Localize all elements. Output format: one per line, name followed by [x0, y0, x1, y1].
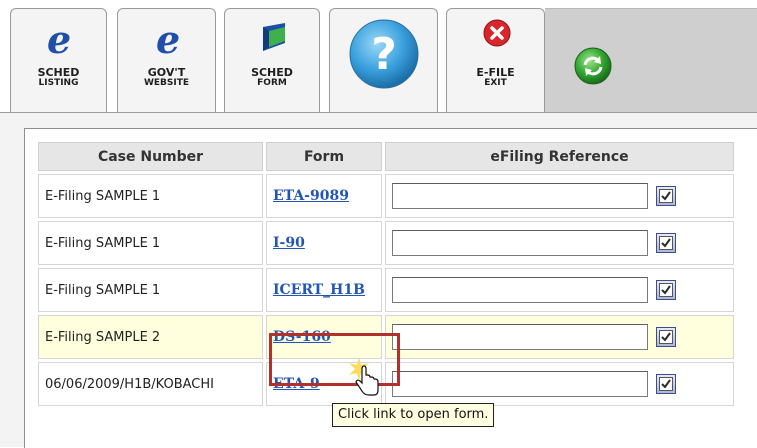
- form-link[interactable]: ETA-9089: [273, 188, 349, 204]
- check-icon: [659, 330, 673, 344]
- close-icon: [483, 19, 511, 47]
- tab-label-line2: LISTING: [38, 78, 79, 88]
- hand-cursor-icon: [349, 357, 379, 396]
- toolbar: e SCHED LISTING e GOV'T WEBSITE SCHED FO…: [0, 0, 757, 113]
- check-icon: [659, 189, 673, 203]
- refresh-icon[interactable]: [573, 46, 613, 86]
- form-cell: ETA-9089: [266, 174, 382, 218]
- tab-sched-listing[interactable]: e SCHED LISTING: [10, 8, 107, 112]
- case-number-cell: E-Filing SAMPLE 1: [38, 268, 263, 312]
- tab-label-line1: E-FILE: [476, 66, 515, 79]
- reference-cell: [385, 315, 734, 359]
- efiling-reference-input[interactable]: [392, 371, 648, 397]
- table-row: E-Filing SAMPLE 1 ICERT_H1B: [38, 268, 734, 312]
- tab-govt-website[interactable]: e GOV'T WEBSITE: [117, 8, 216, 112]
- help-glyph: ?: [371, 29, 397, 80]
- efiling-table: Case Number Form eFiling Reference E-Fil…: [35, 139, 737, 409]
- case-number-cell: E-Filing SAMPLE 1: [38, 174, 263, 218]
- ie-e-icon: e: [47, 17, 72, 62]
- header-form: Form: [266, 142, 382, 171]
- checkbox-edit-button[interactable]: [656, 233, 676, 253]
- efiling-reference-input[interactable]: [392, 277, 648, 303]
- tab-label-line2: EXIT: [484, 78, 507, 88]
- form-cell: DS-160: [266, 315, 382, 359]
- case-number-cell: E-Filing SAMPLE 2: [38, 315, 263, 359]
- tab-efile-exit[interactable]: E-FILE EXIT: [446, 8, 545, 112]
- tab-sched-form[interactable]: SCHED FORM: [224, 8, 320, 112]
- tab-help[interactable]: ?: [329, 8, 438, 112]
- check-icon: [659, 236, 673, 250]
- form-link[interactable]: I-90: [273, 235, 305, 251]
- tab-sched-form-label: SCHED FORM: [225, 67, 319, 89]
- form-link[interactable]: ICERT_H1B: [273, 282, 365, 298]
- check-icon: [659, 377, 673, 391]
- ie-e-icon: e: [156, 17, 181, 62]
- tab-label-line1: SCHED: [37, 66, 80, 79]
- form-flag-icon: [263, 23, 285, 51]
- checkbox-edit-button[interactable]: [656, 280, 676, 300]
- tab-sched-listing-label: SCHED LISTING: [11, 67, 106, 89]
- reference-cell: [385, 174, 734, 218]
- check-icon: [659, 283, 673, 297]
- reference-wrap: [392, 183, 727, 209]
- header-case-number: Case Number: [38, 142, 263, 171]
- form-cell: I-90: [266, 221, 382, 265]
- table-row: E-Filing SAMPLE 1 I-90: [38, 221, 734, 265]
- case-number-cell: 06/06/2009/H1B/KOBACHI: [38, 362, 263, 406]
- table-row: 06/06/2009/H1B/KOBACHI ETA-9: [38, 362, 734, 406]
- tab-label-line2: FORM: [257, 78, 287, 88]
- reference-cell: [385, 268, 734, 312]
- checkbox-edit-button[interactable]: [656, 186, 676, 206]
- reference-wrap: [392, 230, 727, 256]
- header-efiling-reference: eFiling Reference: [385, 142, 734, 171]
- table-row: E-Filing SAMPLE 1 ETA-9089: [38, 174, 734, 218]
- table-header-row: Case Number Form eFiling Reference: [38, 142, 734, 171]
- reference-wrap: [392, 324, 727, 350]
- table-row: E-Filing SAMPLE 2 DS-160: [38, 315, 734, 359]
- reference-wrap: [392, 371, 727, 397]
- reference-cell: [385, 362, 734, 406]
- efiling-reference-input[interactable]: [392, 183, 648, 209]
- tab-label-line1: GOV'T: [147, 66, 186, 79]
- efiling-reference-input[interactable]: [392, 324, 648, 350]
- checkbox-edit-button[interactable]: [656, 327, 676, 347]
- help-icon: ?: [349, 19, 419, 89]
- reference-wrap: [392, 277, 727, 303]
- tab-label-line1: SCHED: [251, 66, 293, 79]
- tab-govt-website-label: GOV'T WEBSITE: [118, 67, 215, 89]
- tab-label-line2: WEBSITE: [143, 78, 190, 88]
- form-link[interactable]: ETA-9: [273, 376, 320, 392]
- reference-cell: [385, 221, 734, 265]
- content-panel: Case Number Form eFiling Reference E-Fil…: [24, 128, 757, 448]
- form-cell: ICERT_H1B: [266, 268, 382, 312]
- case-number-cell: E-Filing SAMPLE 1: [38, 221, 263, 265]
- tooltip: Click link to open form.: [332, 403, 495, 427]
- efiling-reference-input[interactable]: [392, 230, 648, 256]
- checkbox-edit-button[interactable]: [656, 374, 676, 394]
- form-link[interactable]: DS-160: [273, 329, 331, 345]
- tab-efile-exit-label: E-FILE EXIT: [447, 67, 544, 89]
